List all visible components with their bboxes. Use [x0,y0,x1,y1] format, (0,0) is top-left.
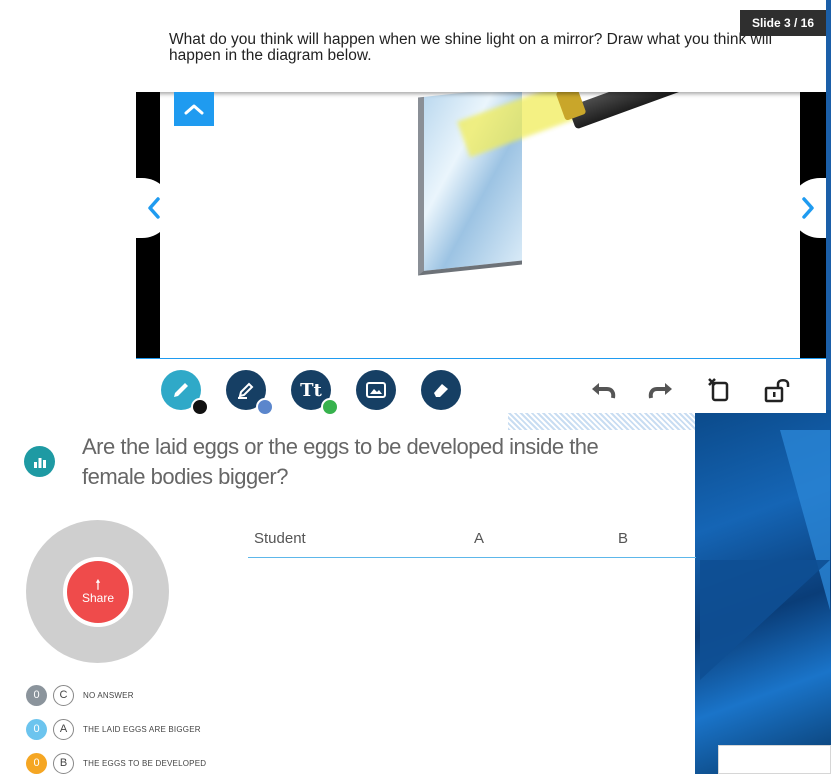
undo-icon [592,383,616,399]
unlock-icon [764,379,790,403]
collapse-button[interactable] [174,92,214,126]
arrow-up-icon: 🠑 [95,577,101,592]
app-root: What do you think will happen when we sh… [0,0,831,774]
background-shape [700,560,830,680]
text-tool-button[interactable]: Tt [291,370,339,416]
redo-button[interactable] [644,373,678,407]
answer-letter: A [53,718,74,740]
text-color-swatch[interactable] [321,398,339,416]
answer-count: 0 [26,752,47,774]
answer-text: NO ANSWER [83,690,134,700]
image-icon [366,382,386,398]
text-icon: Tt [300,379,322,401]
answer-letter: B [53,752,74,774]
background-box [718,745,831,774]
unlock-button[interactable] [760,373,794,407]
poll-question: Are the laid eggs or the eggs to be deve… [82,434,599,489]
answer-count: 0 [26,718,47,740]
marker-icon [238,382,254,399]
image-tool-button[interactable] [356,370,396,410]
poll-icon [24,446,55,477]
share-label: Share [81,591,115,605]
undo-button[interactable] [586,373,620,407]
background-pattern [508,410,698,430]
chevron-left-icon [148,197,160,219]
pencil-icon [174,383,188,397]
slide-image[interactable] [160,62,800,358]
marker-color-swatch[interactable] [256,398,274,416]
results-table-header: Student A B [248,520,696,558]
slide-counter: Slide 3 / 16 [739,10,826,36]
answer-count: 0 [26,684,47,706]
answer-text: THE EGGS TO BE DEVELOPED [83,758,207,768]
pencil-color-swatch[interactable] [191,398,209,416]
eraser-icon [434,384,448,397]
column-header-student: Student [254,530,306,547]
slide-panel: What do you think will happen when we sh… [136,0,826,358]
column-header-b: B [618,530,629,547]
chevron-right-icon [802,197,814,219]
slide-header: What do you think will happen when we sh… [136,0,826,92]
answer-row-b[interactable]: 0 B THE EGGS TO BE DEVELOPED [26,752,206,774]
answer-text: THE LAID EGGS ARE BIGGER [83,724,201,734]
clear-button[interactable] [702,373,736,407]
answer-letter: C [53,684,74,706]
column-header-a: A [474,530,485,547]
marker-tool-button[interactable] [226,370,274,416]
drawing-toolbar: Tt [136,358,826,416]
answer-row-a[interactable]: 0 A THE LAID EGGS ARE BIGGER [26,718,201,740]
share-button[interactable]: 🠑 Share [63,557,133,627]
answer-row-c[interactable]: 0 C NO ANSWER [26,684,134,706]
pencil-tool-button[interactable] [161,370,209,416]
eraser-tool-button[interactable] [421,370,461,410]
bar-chart-icon [33,457,46,468]
chevron-up-icon [184,104,204,115]
clear-icon [708,378,729,402]
slide-question: What do you think will happen when we sh… [169,31,773,64]
redo-icon [648,383,672,399]
